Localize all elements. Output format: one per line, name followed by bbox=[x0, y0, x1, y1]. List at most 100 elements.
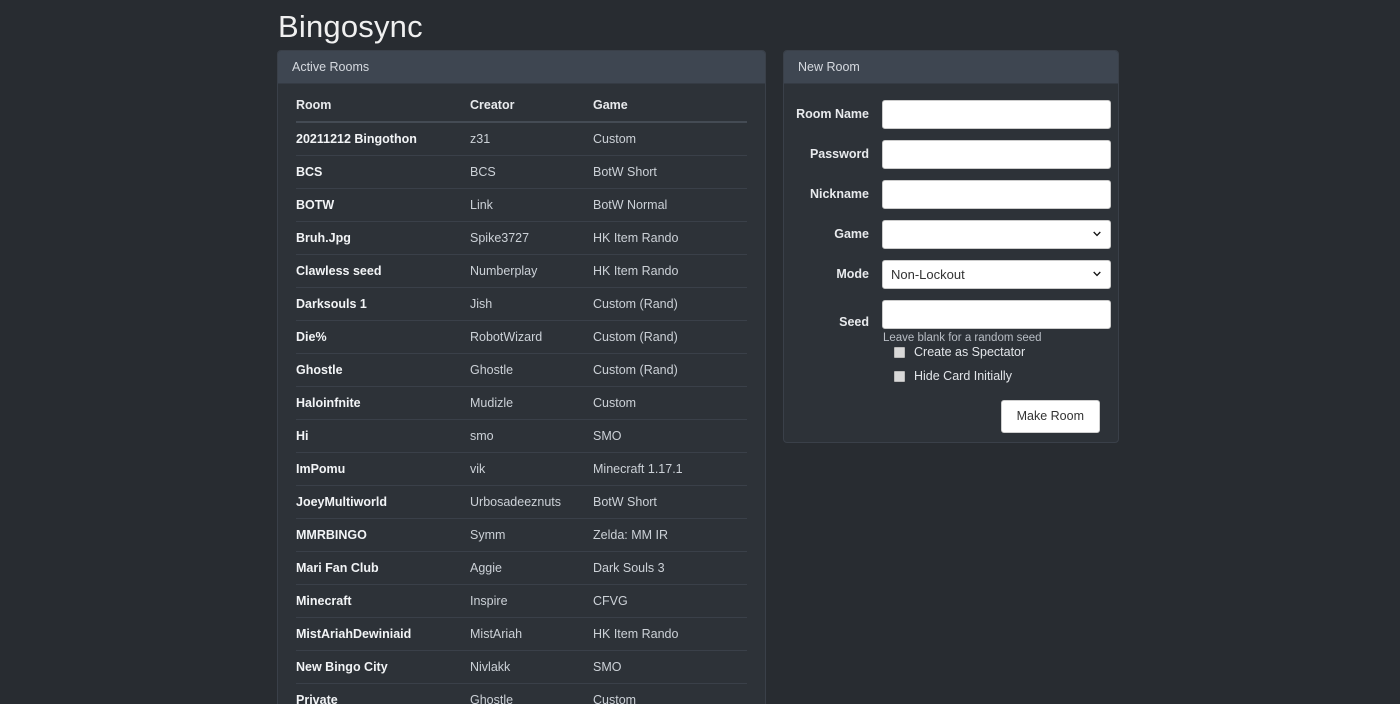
room-name-cell[interactable]: Darksouls 1 bbox=[296, 287, 470, 321]
creator-cell: vik bbox=[470, 452, 593, 486]
room-name-input[interactable] bbox=[882, 100, 1111, 129]
create-as-spectator-row[interactable]: Create as Spectator bbox=[894, 345, 1106, 360]
form-row-mode: Mode Non-Lockout bbox=[796, 260, 1111, 289]
room-name-cell[interactable]: Mari Fan Club bbox=[296, 551, 470, 585]
room-name-cell[interactable]: ImPomu bbox=[296, 452, 470, 486]
table-row[interactable]: Bruh.Jpg Spike3727 HK Item Rando bbox=[296, 221, 747, 255]
table-row[interactable]: JoeyMultiworld Urbosadeeznuts BotW Short bbox=[296, 485, 747, 519]
rooms-table: Room Creator Game 20211212 Bingothon z31 C… bbox=[296, 98, 747, 704]
room-name-cell[interactable]: JoeyMultiworld bbox=[296, 485, 470, 519]
form-row-nickname: Nickname bbox=[796, 180, 1111, 209]
room-name-cell[interactable]: MMRBINGO bbox=[296, 518, 470, 552]
table-row[interactable]: Minecraft Inspire CFVG bbox=[296, 584, 747, 618]
game-cell: BotW Short bbox=[593, 155, 747, 189]
game-cell: Zelda: MM IR bbox=[593, 518, 747, 552]
game-cell: Custom (Rand) bbox=[593, 353, 747, 387]
game-cell: HK Item Rando bbox=[593, 221, 747, 255]
nickname-input[interactable] bbox=[882, 180, 1111, 209]
creator-cell: MistAriah bbox=[470, 617, 593, 651]
table-row[interactable]: Ghostle Ghostle Custom (Rand) bbox=[296, 353, 747, 387]
creator-cell: Inspire bbox=[470, 584, 593, 618]
room-name-cell[interactable]: Die% bbox=[296, 320, 470, 354]
table-row[interactable]: MMRBINGO Symm Zelda: MM IR bbox=[296, 518, 747, 552]
rooms-table-head: Room Creator Game bbox=[296, 98, 747, 123]
nickname-control bbox=[882, 180, 1111, 209]
creator-cell: Mudizle bbox=[470, 386, 593, 420]
creator-cell: Numberplay bbox=[470, 254, 593, 288]
submit-row: Make Room bbox=[796, 400, 1106, 433]
mode-control: Non-Lockout bbox=[882, 260, 1111, 289]
password-label: Password bbox=[809, 147, 869, 161]
game-cell: Custom (Rand) bbox=[593, 320, 747, 354]
new-room-panel: New Room Room Name Password Nickname Gam… bbox=[783, 50, 1119, 443]
game-cell: HK Item Rando bbox=[593, 254, 747, 288]
create-as-spectator-label: Create as Spectator bbox=[914, 345, 1026, 359]
creator-cell: Urbosadeeznuts bbox=[470, 485, 593, 519]
nickname-label: Nickname bbox=[809, 187, 869, 201]
game-cell: Minecraft 1.17.1 bbox=[593, 452, 747, 486]
hide-card-initially-checkbox[interactable] bbox=[894, 371, 905, 382]
page-root: Bingosync Active Rooms Room Creator Game… bbox=[0, 0, 1400, 704]
seed-input[interactable] bbox=[882, 300, 1111, 329]
password-input[interactable] bbox=[882, 140, 1111, 169]
game-label: Game bbox=[834, 227, 869, 241]
mode-select-wrap: Non-Lockout bbox=[882, 260, 1111, 289]
room-name-cell[interactable]: New Bingo City bbox=[296, 650, 470, 684]
column-header-creator[interactable]: Creator bbox=[470, 98, 593, 123]
table-row[interactable]: Clawless seed Numberplay HK Item Rando bbox=[296, 254, 747, 288]
table-row[interactable]: Darksouls 1 Jish Custom (Rand) bbox=[296, 287, 747, 321]
create-as-spectator-checkbox[interactable] bbox=[894, 347, 905, 358]
room-name-cell[interactable]: Clawless seed bbox=[296, 254, 470, 288]
table-row[interactable]: BOTW Link BotW Normal bbox=[296, 188, 747, 222]
room-name-cell[interactable]: BOTW bbox=[296, 188, 470, 222]
room-name-cell[interactable]: 20211212 Bingothon bbox=[296, 122, 470, 156]
active-rooms-panel: Active Rooms Room Creator Game 20211212 … bbox=[277, 50, 766, 704]
column-header-game[interactable]: Game bbox=[593, 98, 747, 123]
game-cell: SMO bbox=[593, 419, 747, 453]
creator-cell: Spike3727 bbox=[470, 221, 593, 255]
hide-card-initially-row[interactable]: Hide Card Initially bbox=[894, 369, 1106, 384]
seed-control: Leave blank for a random seed bbox=[882, 300, 1111, 345]
table-row[interactable]: MistAriahDewiniaid MistAriah HK Item Rando bbox=[296, 617, 747, 651]
game-select-wrap bbox=[882, 220, 1111, 249]
room-name-cell[interactable]: BCS bbox=[296, 155, 470, 189]
table-row[interactable]: BCS BCS BotW Short bbox=[296, 155, 747, 189]
table-row[interactable]: Haloinfnite Mudizle Custom bbox=[296, 386, 747, 420]
room-name-cell[interactable]: Minecraft bbox=[296, 584, 470, 618]
table-row[interactable]: ImPomu vik Minecraft 1.17.1 bbox=[296, 452, 747, 486]
mode-select[interactable]: Non-Lockout bbox=[882, 260, 1111, 289]
column-header-room[interactable]: Room bbox=[296, 98, 470, 123]
creator-cell: RobotWizard bbox=[470, 320, 593, 354]
room-name-cell[interactable]: MistAriahDewiniaid bbox=[296, 617, 470, 651]
game-cell: CFVG bbox=[593, 584, 747, 618]
hide-card-initially-label: Hide Card Initially bbox=[914, 369, 1012, 383]
room-name-cell[interactable]: Private bbox=[296, 683, 470, 704]
new-room-header: New Room bbox=[784, 51, 1118, 84]
room-name-cell[interactable]: Ghostle bbox=[296, 353, 470, 387]
active-rooms-body: Room Creator Game 20211212 Bingothon z31 C… bbox=[278, 84, 765, 704]
table-row[interactable]: Mari Fan Club Aggie Dark Souls 3 bbox=[296, 551, 747, 585]
table-row[interactable]: New Bingo City Nivlakk SMO bbox=[296, 650, 747, 684]
game-cell: Custom bbox=[593, 386, 747, 420]
game-select[interactable] bbox=[882, 220, 1111, 249]
room-name-cell[interactable]: Haloinfnite bbox=[296, 386, 470, 420]
table-row[interactable]: Hi smo SMO bbox=[296, 419, 747, 453]
page-title: Bingosync bbox=[278, 9, 423, 44]
make-room-button[interactable]: Make Room bbox=[1000, 400, 1100, 433]
game-cell: SMO bbox=[593, 650, 747, 684]
form-row-seed: Seed Leave blank for a random seed bbox=[796, 300, 1111, 345]
game-cell: HK Item Rando bbox=[593, 617, 747, 651]
room-name-cell[interactable]: Bruh.Jpg bbox=[296, 221, 470, 255]
rooms-table-body: 20211212 Bingothon z31 Custom BCS BCS BotW Sh… bbox=[296, 122, 747, 704]
creator-cell: Link bbox=[470, 188, 593, 222]
form-row-game: Game bbox=[796, 220, 1111, 249]
active-rooms-header: Active Rooms bbox=[278, 51, 765, 84]
room-name-cell[interactable]: Hi bbox=[296, 419, 470, 453]
game-cell: BotW Short bbox=[593, 485, 747, 519]
creator-cell: smo bbox=[470, 419, 593, 453]
table-row[interactable]: 20211212 Bingothon z31 Custom bbox=[296, 122, 747, 156]
table-row[interactable]: Private Ghostle Custom bbox=[296, 683, 747, 704]
table-row[interactable]: Die% RobotWizard Custom (Rand) bbox=[296, 320, 747, 354]
game-cell: Custom (Rand) bbox=[593, 287, 747, 321]
creator-cell: Nivlakk bbox=[470, 650, 593, 684]
